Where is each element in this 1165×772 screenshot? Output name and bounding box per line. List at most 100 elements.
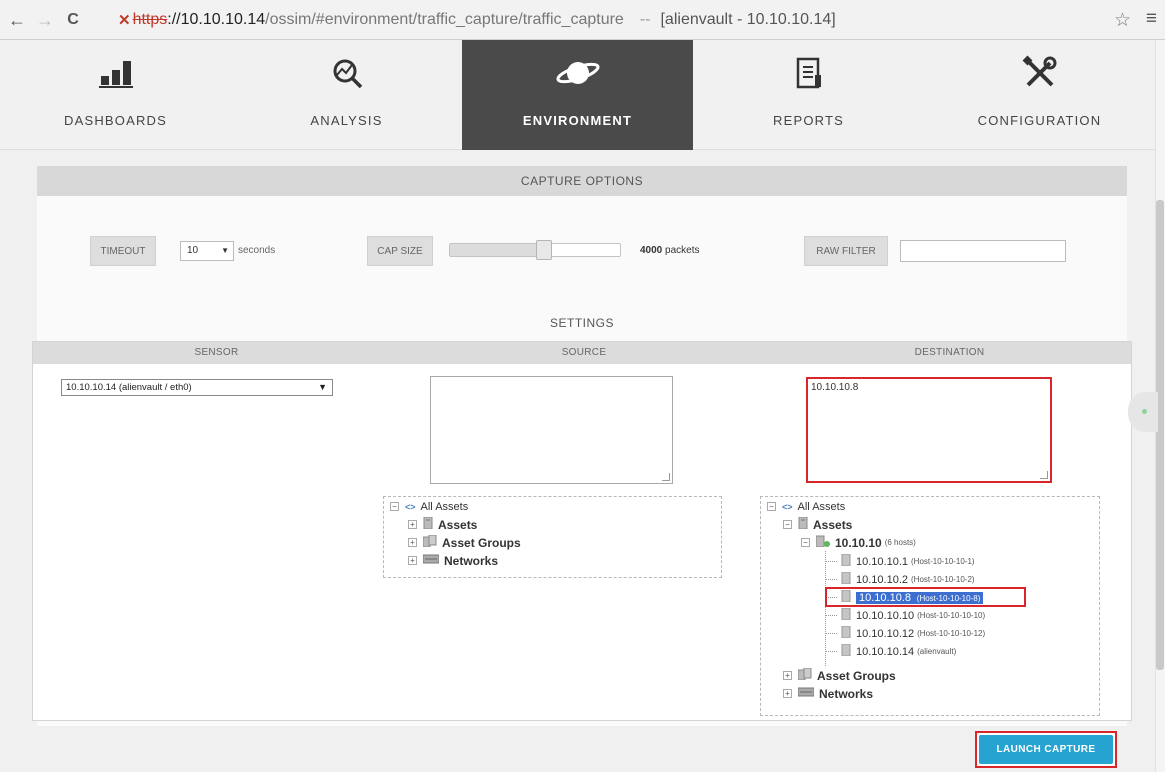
slider-handle[interactable] — [536, 240, 552, 260]
timeout-select[interactable]: 10 ▼ — [180, 241, 234, 261]
tree-node-network-10-10-10[interactable]: − 10.10.10 (6 hosts) — [801, 534, 916, 551]
source-textarea[interactable] — [430, 376, 673, 484]
tree-connector — [825, 633, 837, 634]
code-icon: <> — [782, 501, 793, 512]
tree-node-host[interactable]: 10.10.10.10 (Host-10-10-10-10) — [841, 607, 985, 624]
settings-title: SETTINGS — [549, 316, 614, 330]
planet-icon — [555, 55, 601, 91]
nav-label: CONFIGURATION — [977, 113, 1102, 128]
host-icon — [841, 607, 851, 623]
tree-node-host[interactable]: 10.10.10.2 (Host-10-10-10-2) — [841, 571, 975, 588]
tree-node-networks[interactable]: + Networks — [783, 685, 873, 702]
host-name: (alienvault) — [917, 647, 957, 656]
selected-host-highlight — [825, 587, 1026, 607]
resize-grip-icon[interactable] — [662, 473, 670, 481]
collapse-icon[interactable]: − — [783, 520, 792, 529]
tree-label: All Assets — [797, 500, 846, 513]
destination-value: 10.10.10.8 — [811, 382, 859, 393]
resize-grip-icon[interactable] — [1040, 471, 1048, 479]
chevron-down-icon: ▼ — [318, 382, 327, 392]
destination-asset-tree: − <> All Assets − Assets − 10.10.10 (6 h… — [760, 496, 1100, 716]
bar-chart-icon — [98, 55, 133, 91]
tree-node-all-assets[interactable]: − <> All Assets — [767, 498, 845, 515]
expand-icon[interactable]: + — [408, 538, 417, 547]
tree-node-host[interactable]: 10.10.10.1 (Host-10-10-10-1) — [841, 553, 975, 570]
collapse-icon[interactable]: − — [767, 502, 776, 511]
analysis-icon — [330, 55, 364, 91]
host-group-icon — [815, 535, 830, 550]
tree-note: (6 hosts) — [884, 538, 916, 547]
address-bar[interactable]: ✕ https ://10.10.10.14 /ossim/#environme… — [118, 8, 836, 32]
collapse-icon[interactable]: − — [390, 502, 399, 511]
timeout-label: TIMEOUT — [90, 236, 156, 266]
tree-connector — [825, 615, 837, 616]
host-name: (Host-10-10-10-2) — [911, 575, 975, 584]
code-icon: <> — [405, 501, 416, 512]
cap-size-value: 4000 — [640, 245, 663, 256]
network-icon — [422, 554, 440, 567]
launch-capture-button[interactable]: LAUNCH CAPTURE — [979, 735, 1113, 764]
chevron-down-icon: ▼ — [221, 246, 229, 255]
launch-capture-highlight: LAUNCH CAPTURE — [975, 731, 1117, 768]
tree-node-all-assets[interactable]: − <> All Assets — [390, 498, 468, 515]
host-icon — [841, 571, 851, 587]
settings-table: SENSOR SOURCE DESTINATION 10.10.10.14 (a… — [32, 341, 1132, 721]
group-icon — [422, 534, 437, 550]
tree-connector — [825, 651, 837, 652]
sensor-select[interactable]: 10.10.10.14 (alienvault / eth0) ▼ — [61, 379, 333, 396]
host-icon — [841, 625, 851, 641]
host-icon — [841, 643, 851, 659]
host-ip: 10.10.10.1 — [856, 555, 908, 568]
scrollbar-thumb[interactable] — [1156, 200, 1164, 670]
url-path: /ossim/#environment/traffic_capture/traf… — [265, 11, 624, 28]
tree-label: 10.10.10 — [835, 535, 882, 550]
tree-node-assets[interactable]: − Assets — [783, 516, 852, 533]
tree-node-host[interactable]: 10.10.10.14 (alienvault) — [841, 643, 956, 660]
slider-fill — [450, 244, 544, 256]
server-icon — [423, 516, 433, 532]
cap-size-slider[interactable] — [449, 240, 621, 260]
content-area: CAPTURE OPTIONS TIMEOUT 10 ▼ seconds CAP… — [0, 150, 1155, 772]
expand-icon[interactable]: + — [408, 520, 417, 529]
destination-textarea[interactable]: 10.10.10.8 — [806, 377, 1052, 483]
expand-icon[interactable]: + — [783, 689, 792, 698]
back-icon[interactable]: ← — [6, 9, 28, 31]
tree-node-asset-groups[interactable]: + Asset Groups — [783, 667, 896, 684]
raw-filter-label: RAW FILTER — [804, 236, 888, 266]
tree-label: Assets — [438, 517, 478, 532]
tree-label: Asset Groups — [442, 535, 521, 550]
nav-reports[interactable]: REPORTS — [693, 40, 924, 150]
network-icon — [797, 687, 815, 700]
host-ip: 10.10.10.14 — [856, 645, 915, 658]
browser-menu-icon[interactable]: ≡ — [1146, 8, 1157, 30]
tree-node-host[interactable]: 10.10.10.12 (Host-10-10-10-12) — [841, 625, 985, 642]
raw-filter-input[interactable] — [900, 240, 1066, 262]
collapse-icon[interactable]: − — [801, 538, 810, 547]
expand-icon[interactable]: + — [783, 671, 792, 680]
forward-icon[interactable]: → — [34, 9, 56, 31]
nav-environment[interactable]: ENVIRONMENT — [462, 40, 693, 158]
tree-node-assets[interactable]: + Assets — [408, 516, 477, 533]
tree-node-networks[interactable]: + Networks — [408, 552, 498, 569]
nav-configuration[interactable]: CONFIGURATION — [924, 40, 1155, 150]
tree-label: Asset Groups — [817, 668, 896, 683]
nav-label: REPORTS — [772, 113, 844, 128]
tree-label: All Assets — [420, 500, 469, 513]
tree-label: Assets — [813, 517, 853, 532]
reload-icon[interactable]: C — [62, 9, 84, 31]
capture-options-header: CAPTURE OPTIONS — [37, 166, 1127, 196]
nav-label: DASHBOARDS — [63, 113, 168, 128]
expand-icon[interactable]: + — [408, 556, 417, 565]
tree-connector — [825, 579, 837, 580]
nav-dashboards[interactable]: DASHBOARDS — [0, 40, 231, 150]
source-column-header: SOURCE — [400, 342, 768, 364]
tree-connector — [825, 561, 837, 562]
tree-node-asset-groups[interactable]: + Asset Groups — [408, 534, 521, 551]
timeout-unit: seconds — [238, 245, 276, 256]
nav-analysis[interactable]: ANALYSIS — [231, 40, 462, 150]
bookmark-star-icon[interactable]: ☆ — [1114, 9, 1131, 32]
host-icon — [841, 553, 851, 569]
side-panel-toggle[interactable] — [1128, 392, 1158, 432]
host-name: (Host-10-10-10-12) — [917, 629, 986, 638]
url-host: ://10.10.10.14 — [167, 11, 266, 28]
